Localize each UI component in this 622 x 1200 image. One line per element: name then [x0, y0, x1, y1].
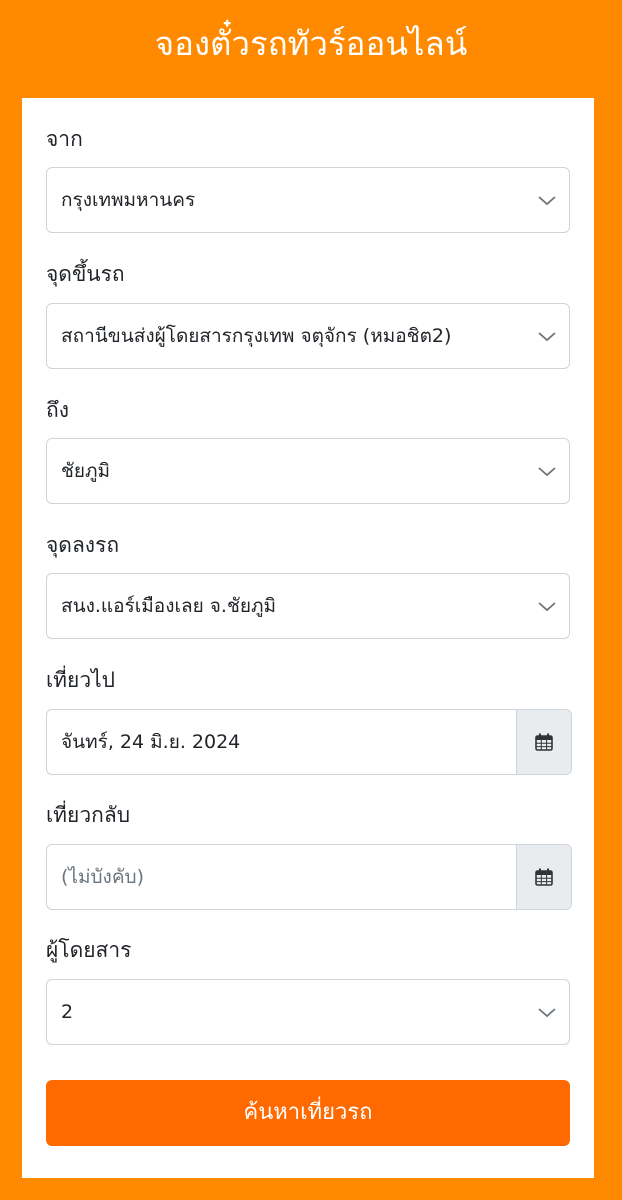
chevron-down-icon [538, 332, 556, 342]
departure-date-field[interactable]: จันทร์, 24 มิ.ย. 2024 [46, 709, 572, 775]
departure-calendar-button[interactable] [516, 710, 571, 774]
to-label: ถึง [46, 398, 69, 422]
return-date-placeholder: (ไม่บังคับ) [61, 866, 145, 888]
passengers-select-value: 2 [61, 1001, 74, 1023]
to-select[interactable]: ชัยภูมิ [46, 438, 570, 504]
from-select-value: กรุงเทพมหานคร [61, 189, 196, 211]
return-label: เที่ยวกลับ [46, 803, 131, 827]
chevron-down-icon [538, 467, 556, 477]
chevron-down-icon [538, 602, 556, 612]
dropoff-label: จุดลงรถ [46, 533, 120, 557]
pickup-select[interactable]: สถานีขนส่งผู้โดยสารกรุงเทพ จตุจักร (หมอช… [46, 303, 570, 369]
passengers-select[interactable]: 2 [46, 979, 570, 1045]
departure-label: เที่ยวไป [46, 668, 116, 692]
from-label: จาก [46, 127, 83, 151]
pickup-label: จุดขึ้นรถ [46, 262, 125, 286]
chevron-down-icon [538, 1008, 556, 1018]
chevron-down-icon [538, 196, 556, 206]
pickup-select-value: สถานีขนส่งผู้โดยสารกรุงเทพ จตุจักร (หมอช… [61, 325, 452, 347]
to-select-value: ชัยภูมิ [61, 460, 111, 482]
dropoff-select-value: สนง.แอร์เมืองเลย จ.ชัยภูมิ [61, 595, 277, 617]
calendar-icon [535, 868, 553, 886]
passengers-label: ผู้โดยสาร [46, 938, 132, 962]
calendar-icon [535, 733, 553, 751]
search-button[interactable]: ค้นหาเที่ยวรถ [46, 1080, 570, 1146]
return-calendar-button[interactable] [516, 845, 571, 909]
dropoff-select[interactable]: สนง.แอร์เมืองเลย จ.ชัยภูมิ [46, 573, 570, 639]
return-date-field[interactable]: (ไม่บังคับ) [46, 844, 572, 910]
departure-date-value: จันทร์, 24 มิ.ย. 2024 [61, 731, 241, 753]
from-select[interactable]: กรุงเทพมหานคร [46, 167, 570, 233]
page-title: จองตั๋วรถทัวร์ออนไลน์ [154, 24, 468, 63]
